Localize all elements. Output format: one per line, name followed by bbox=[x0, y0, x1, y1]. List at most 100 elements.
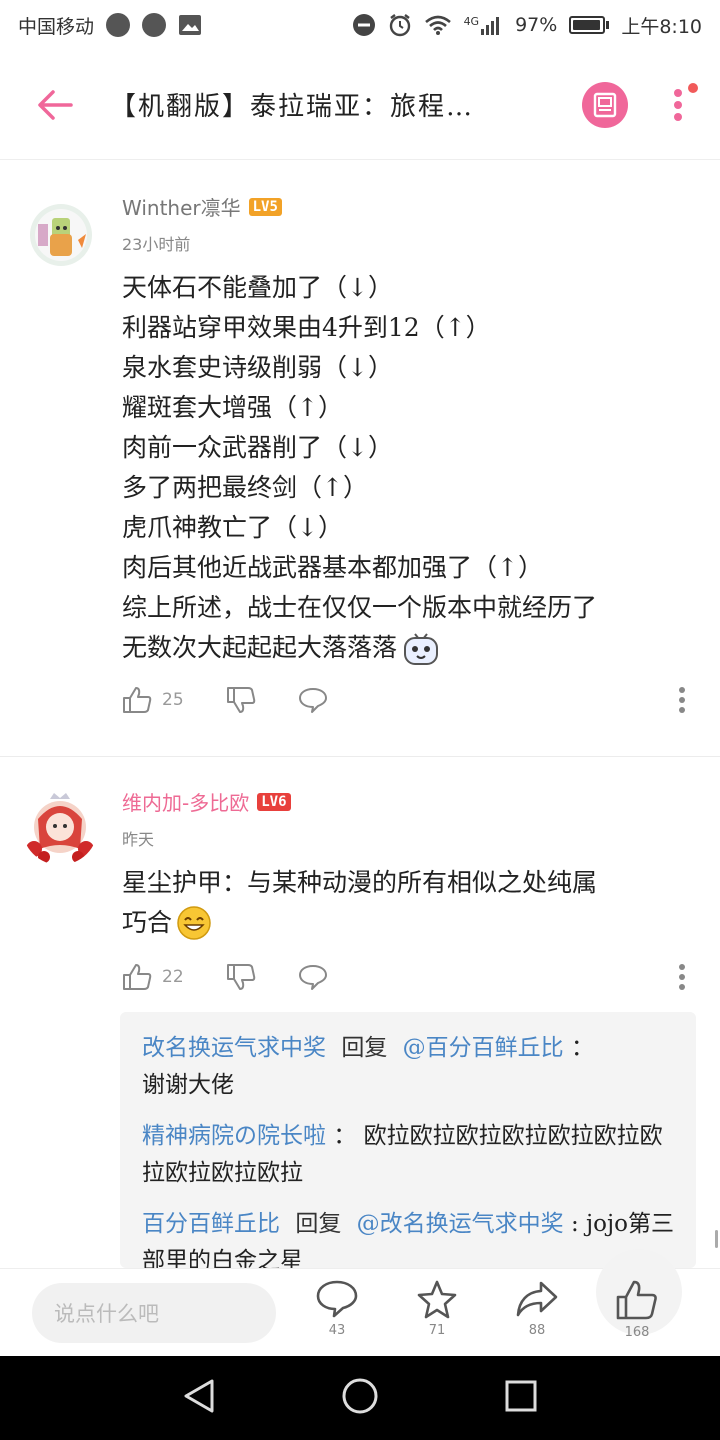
square-recents-icon bbox=[505, 1380, 537, 1412]
comment-line: 星尘护甲：与某种动漫的所有相似之处纯属 bbox=[122, 868, 598, 897]
gallery-icon bbox=[178, 14, 202, 36]
favorite-count: 71 bbox=[428, 1323, 446, 1338]
favorite-button[interactable]: 71 bbox=[402, 1279, 472, 1338]
battery-icon bbox=[569, 16, 610, 34]
reply-verb: 回复 bbox=[295, 1211, 342, 1237]
thumbs-down-icon bbox=[226, 687, 255, 713]
comment-bubble-icon bbox=[298, 688, 327, 713]
thumbs-up-icon bbox=[123, 964, 152, 990]
signal-icon: 4G bbox=[464, 15, 504, 35]
thumbs-down-icon bbox=[226, 964, 255, 990]
comment-divider bbox=[0, 756, 720, 757]
reply-text: 谢谢大佬 bbox=[142, 1072, 234, 1098]
comment-line: 肉前一众武器削了（↓） bbox=[122, 433, 393, 462]
reply-target[interactable]: @百分百鲜丘比 bbox=[403, 1035, 564, 1061]
comment-body: 天体石不能叠加了（↓） 利器站穿甲效果由4升到12（↑） 泉水套史诗级削弱（↓）… bbox=[122, 268, 702, 668]
level-badge: LV5 bbox=[248, 197, 282, 216]
notification-dot-icon bbox=[106, 13, 131, 37]
thumbs-up-icon bbox=[616, 1280, 657, 1320]
network-label: 4G bbox=[463, 15, 480, 28]
comment-actions: 25 bbox=[122, 680, 702, 720]
title-bar: 【机翻版】泰拉瑞亚：旅程… bbox=[0, 50, 720, 160]
reply-verb: 回复 bbox=[341, 1035, 388, 1061]
share-button[interactable]: 88 bbox=[502, 1279, 572, 1338]
reply-separator: ： bbox=[333, 1123, 357, 1149]
comment-body: 星尘护甲：与某种动漫的所有相似之处纯属 巧合 bbox=[122, 863, 702, 943]
star-icon bbox=[417, 1280, 457, 1319]
page-title: 【机翻版】泰拉瑞亚：旅程… bbox=[110, 92, 475, 122]
grin-emoji-icon bbox=[177, 906, 211, 940]
nav-recents-button[interactable] bbox=[504, 1379, 538, 1417]
like-button[interactable]: 22 bbox=[122, 963, 184, 991]
comment-count: 43 bbox=[328, 1323, 346, 1338]
reply-button[interactable] bbox=[298, 963, 328, 991]
alarm-icon bbox=[388, 13, 412, 37]
comment-username[interactable]: Winther凛华 LV5 bbox=[122, 192, 282, 221]
reply-separator: ： bbox=[570, 1035, 594, 1061]
comment-bubble-icon bbox=[298, 965, 327, 990]
thumbs-up-icon bbox=[123, 687, 152, 713]
comment-line: 天体石不能叠加了（↓） bbox=[122, 273, 393, 302]
cover-image-icon bbox=[593, 92, 617, 117]
comment-line: 泉水套史诗级削弱（↓） bbox=[122, 353, 393, 382]
dnd-icon bbox=[352, 13, 376, 37]
battery-percent: 97% bbox=[515, 14, 558, 36]
share-icon bbox=[516, 1281, 558, 1317]
reply-username[interactable]: 百分百鲜丘比 bbox=[142, 1211, 280, 1237]
username-text: 维内加-多比欧 bbox=[122, 791, 250, 815]
cover-button[interactable] bbox=[582, 81, 628, 128]
more-vertical-icon bbox=[679, 687, 685, 713]
reply-button[interactable] bbox=[298, 686, 328, 714]
share-count: 88 bbox=[528, 1323, 546, 1338]
reply-separator: : bbox=[570, 1211, 579, 1237]
avatar[interactable] bbox=[22, 789, 98, 865]
comment-line-text: 巧合 bbox=[122, 908, 173, 937]
reply-username[interactable]: 精神病院の院长啦 bbox=[142, 1123, 326, 1149]
comments-button[interactable]: 43 bbox=[302, 1279, 372, 1338]
comment-username[interactable]: 维内加-多比欧 LV6 bbox=[122, 787, 291, 816]
post-like-button[interactable]: 168 bbox=[602, 1279, 672, 1340]
scrollbar[interactable] bbox=[715, 1230, 718, 1248]
reply-item[interactable]: 百分百鲜丘比 回复 @改名换运气求中奖 : jojo第三部里的白金之星 bbox=[142, 1206, 674, 1268]
reply-target[interactable]: @改名换运气求中奖 bbox=[357, 1211, 564, 1237]
comment-line: 无数次大起起起大落落落 bbox=[122, 628, 702, 668]
triangle-back-icon bbox=[184, 1379, 214, 1413]
wifi-icon bbox=[424, 14, 452, 36]
replies-box[interactable]: 改名换运气求中奖 回复 @百分百鲜丘比 ： 谢谢大佬 精神病院の院长啦 ： 欧拉… bbox=[120, 1012, 696, 1268]
status-bar: 中国移动 4G 97% 上午8:10 bbox=[0, 0, 720, 50]
comment-bubble-icon bbox=[316, 1280, 358, 1318]
reply-username[interactable]: 改名换运气求中奖 bbox=[142, 1035, 326, 1061]
dislike-button[interactable] bbox=[226, 686, 256, 714]
comment-time: 23小时前 bbox=[122, 235, 191, 254]
comment-line: 虎爪神教亡了（↓） bbox=[122, 513, 343, 542]
comment-line: 肉后其他近战武器基本都加强了（↑） bbox=[122, 553, 543, 582]
more-vertical-icon bbox=[679, 964, 685, 990]
reply-item[interactable]: 改名换运气求中奖 回复 @百分百鲜丘比 ： 谢谢大佬 bbox=[142, 1030, 674, 1104]
clock: 上午8:10 bbox=[621, 15, 702, 38]
tv-emoji-icon bbox=[404, 633, 439, 665]
comment-input[interactable]: 说点什么吧 bbox=[32, 1283, 276, 1343]
notification-dot-icon bbox=[142, 13, 167, 37]
like-count: 168 bbox=[624, 1325, 650, 1340]
comment-actions: 22 bbox=[122, 957, 702, 997]
comment-input-placeholder: 说点什么吧 bbox=[54, 1302, 159, 1326]
username-text: Winther凛华 bbox=[122, 196, 241, 220]
comment-line: 多了两把最终剑（↑） bbox=[122, 473, 368, 502]
nav-back-button[interactable] bbox=[182, 1378, 216, 1418]
comment-more-button[interactable] bbox=[678, 686, 686, 714]
dislike-button[interactable] bbox=[226, 963, 256, 991]
notification-badge bbox=[688, 82, 698, 93]
more-menu-button[interactable] bbox=[656, 75, 700, 135]
comment-more-button[interactable] bbox=[678, 963, 686, 991]
system-navigation-bar bbox=[0, 1356, 720, 1440]
avatar[interactable] bbox=[30, 204, 92, 266]
back-button[interactable] bbox=[0, 50, 110, 160]
like-count: 22 bbox=[162, 967, 184, 987]
comment-line: 耀斑套大增强（↑） bbox=[122, 393, 343, 422]
like-button[interactable]: 25 bbox=[122, 686, 184, 714]
circle-home-icon bbox=[342, 1378, 378, 1414]
reply-item[interactable]: 精神病院の院长啦 ： 欧拉欧拉欧拉欧拉欧拉欧拉欧拉欧拉欧拉欧拉 bbox=[142, 1118, 674, 1192]
comment-time: 昨天 bbox=[122, 830, 155, 849]
more-vertical-icon bbox=[674, 88, 682, 121]
nav-home-button[interactable] bbox=[341, 1377, 379, 1419]
